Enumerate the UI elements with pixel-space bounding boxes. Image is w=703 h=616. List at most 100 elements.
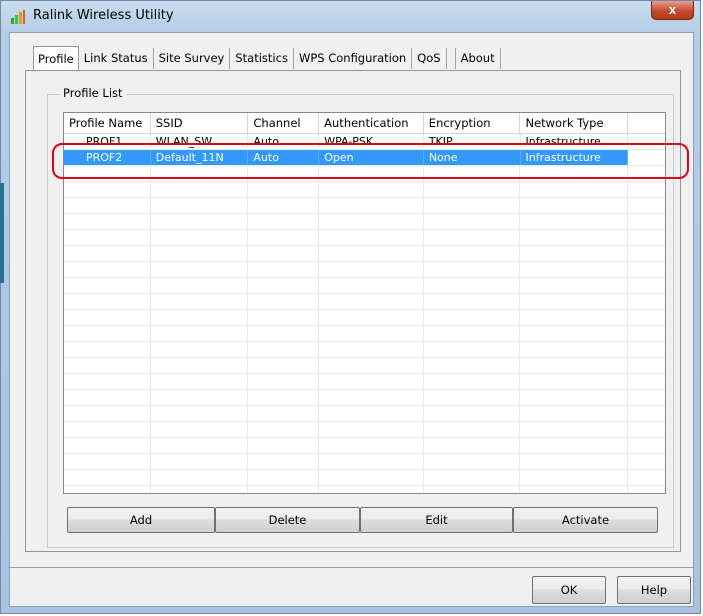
empty-cell <box>628 390 665 405</box>
empty-cell <box>424 486 521 493</box>
empty-cell <box>520 198 629 213</box>
tab-about[interactable]: About <box>454 48 501 69</box>
selection-highlight-ring <box>52 143 689 179</box>
empty-cell <box>248 486 320 493</box>
empty-cell <box>319 406 424 421</box>
empty-cell <box>424 214 521 229</box>
empty-table-row <box>64 310 665 326</box>
empty-cell <box>628 214 665 229</box>
empty-cell <box>151 470 249 485</box>
empty-cell <box>424 454 521 469</box>
empty-table-row <box>64 246 665 262</box>
empty-cell <box>319 438 424 453</box>
empty-cell <box>248 326 320 341</box>
empty-table-row <box>64 438 665 454</box>
column-network-type[interactable]: Network Type <box>520 113 629 133</box>
title-bar[interactable]: Ralink Wireless Utility x <box>1 1 700 31</box>
empty-cell <box>64 390 151 405</box>
column-channel[interactable]: Channel <box>248 113 320 133</box>
empty-cell <box>64 374 151 389</box>
empty-cell <box>248 358 320 373</box>
column-ssid[interactable]: SSID <box>151 113 249 133</box>
empty-cell <box>64 326 151 341</box>
edit-button[interactable]: Edit <box>360 507 513 533</box>
empty-cell <box>248 262 320 277</box>
empty-cell <box>628 374 665 389</box>
empty-cell <box>151 310 249 325</box>
empty-cell <box>520 310 629 325</box>
empty-cell <box>424 230 521 245</box>
empty-table-row <box>64 294 665 310</box>
empty-cell <box>628 230 665 245</box>
tab-statistics[interactable]: Statistics <box>230 48 294 69</box>
empty-cell <box>248 294 320 309</box>
empty-cell <box>151 262 249 277</box>
empty-table-row <box>64 198 665 214</box>
empty-cell <box>319 358 424 373</box>
empty-cell <box>628 406 665 421</box>
empty-cell <box>628 278 665 293</box>
empty-cell <box>520 262 629 277</box>
empty-cell <box>628 486 665 493</box>
activate-button[interactable]: Activate <box>513 507 658 533</box>
empty-cell <box>248 246 320 261</box>
empty-table-row <box>64 374 665 390</box>
empty-cell <box>424 246 521 261</box>
empty-cell <box>151 358 249 373</box>
help-button[interactable]: Help <box>617 576 691 604</box>
tab-site-survey[interactable]: Site Survey <box>154 48 231 69</box>
empty-table-row <box>64 214 665 230</box>
empty-cell <box>64 262 151 277</box>
window-title: Ralink Wireless Utility <box>33 8 174 23</box>
empty-cell <box>520 326 629 341</box>
empty-cell <box>520 294 629 309</box>
column-authentication[interactable]: Authentication <box>319 113 424 133</box>
empty-cell <box>628 326 665 341</box>
empty-cell <box>520 278 629 293</box>
empty-cell <box>424 406 521 421</box>
empty-cell <box>64 358 151 373</box>
empty-cell <box>319 278 424 293</box>
ok-button[interactable]: OK <box>532 576 606 604</box>
column-profile-name[interactable]: Profile Name <box>64 113 151 133</box>
ralink-app-icon <box>11 10 25 24</box>
add-button[interactable]: Add <box>67 507 215 533</box>
tab-link-status[interactable]: Link Status <box>79 48 154 69</box>
empty-cell <box>520 454 629 469</box>
empty-cell <box>64 406 151 421</box>
empty-cell <box>151 374 249 389</box>
background-edge <box>0 183 4 283</box>
empty-cell <box>424 262 521 277</box>
empty-cell <box>319 342 424 357</box>
empty-cell <box>424 182 521 197</box>
empty-cell <box>319 294 424 309</box>
empty-cell <box>628 470 665 485</box>
close-button[interactable]: x <box>651 1 694 20</box>
empty-table-row <box>64 262 665 278</box>
empty-cell <box>151 390 249 405</box>
tab-qos[interactable]: QoS <box>412 48 447 69</box>
tab-strip: Profile Link Status Site Survey Statisti… <box>33 46 501 70</box>
empty-cell <box>319 262 424 277</box>
empty-cell <box>248 230 320 245</box>
empty-cell <box>151 326 249 341</box>
column-encryption[interactable]: Encryption <box>424 113 521 133</box>
empty-cell <box>424 438 521 453</box>
empty-cell <box>319 246 424 261</box>
empty-cell <box>248 182 320 197</box>
empty-cell <box>319 374 424 389</box>
empty-cell <box>520 422 629 437</box>
tab-profile[interactable]: Profile <box>33 46 79 70</box>
empty-cell <box>520 214 629 229</box>
empty-cell <box>151 294 249 309</box>
empty-cell <box>520 438 629 453</box>
delete-button[interactable]: Delete <box>215 507 360 533</box>
empty-cell <box>628 342 665 357</box>
empty-table-row <box>64 230 665 246</box>
empty-cell <box>424 326 521 341</box>
empty-cell <box>64 454 151 469</box>
empty-cell <box>319 470 424 485</box>
empty-cell <box>520 374 629 389</box>
empty-cell <box>64 198 151 213</box>
tab-wps-configuration[interactable]: WPS Configuration <box>294 48 413 69</box>
